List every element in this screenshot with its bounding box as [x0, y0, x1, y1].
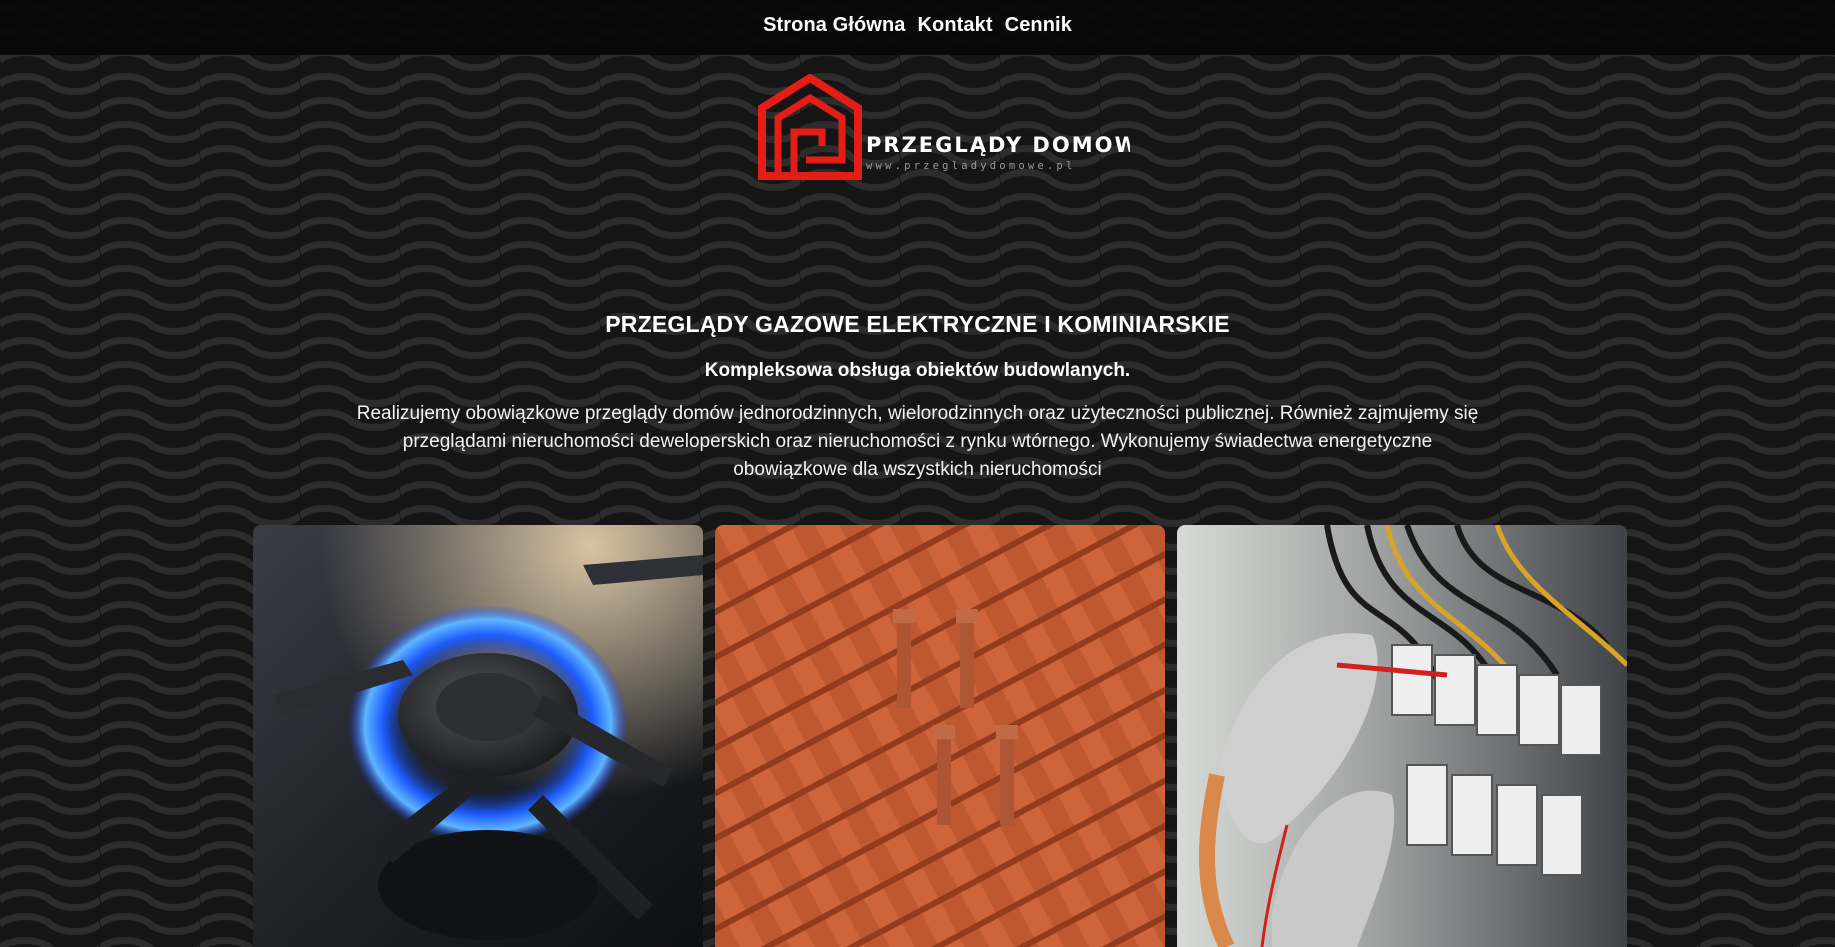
- roof-vent-photo[interactable]: [715, 525, 1165, 947]
- page-title: PRZEGLĄDY GAZOWE ELEKTRYCZNE I KOMINIARS…: [605, 311, 1230, 337]
- page-subtitle: Kompleksowa obsługa obiektów budowlanych…: [704, 360, 1131, 381]
- page: PRZEGLĄDY DOMOWE www.przegladydomowe.pl …: [0, 0, 1835, 947]
- page-description: Realizujemy obowiązkowe przeglądy domów …: [356, 403, 1479, 480]
- logo-url-text: www.przegladydomowe.pl: [866, 160, 1075, 172]
- house-logo-icon: PRZEGLĄDY DOMOWE www.przegladydomowe.pl: [758, 73, 1154, 180]
- site-logo[interactable]: PRZEGLĄDY DOMOWE www.przegladydomowe.pl: [758, 73, 1154, 180]
- main-content: PRZEGLĄDY DOMOWE www.przegladydomowe.pl …: [0, 0, 1835, 947]
- nav-pricing-link[interactable]: Cennik: [1005, 14, 1072, 37]
- electrical-panel-photo[interactable]: [1177, 525, 1627, 947]
- nav-home-link[interactable]: Strona Główna: [763, 14, 905, 37]
- top-navigation-bar: Strona Główna Kontakt Cennik: [0, 0, 1835, 55]
- service-photos: [253, 525, 1627, 947]
- logo-name-text: PRZEGLĄDY DOMOWE: [866, 133, 1130, 157]
- nav-contact-link[interactable]: Kontakt: [918, 14, 993, 37]
- gas-burner-photo[interactable]: [253, 525, 703, 947]
- main-nav: Strona Główna Kontakt Cennik: [763, 14, 1072, 37]
